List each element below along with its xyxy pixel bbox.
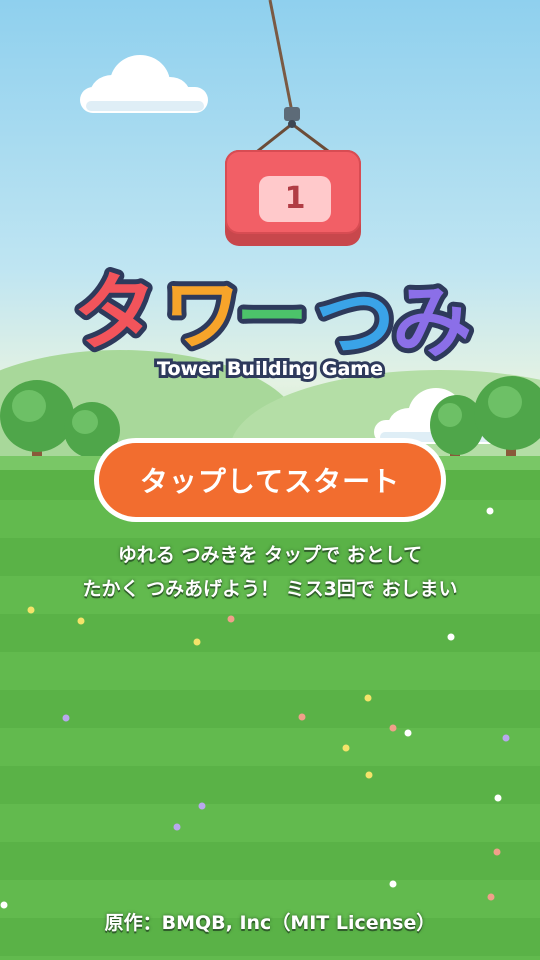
confetti-particles bbox=[0, 507, 510, 909]
confetti-dot bbox=[27, 606, 35, 614]
confetti-dot bbox=[298, 713, 306, 721]
confetti-dot bbox=[493, 848, 501, 856]
confetti-dot bbox=[487, 893, 495, 901]
confetti-dot bbox=[342, 744, 350, 752]
game-screen: 1 タワーつみ Tower Building Game Tower Buildi… bbox=[0, 0, 540, 960]
confetti-dot bbox=[227, 615, 235, 623]
confetti-dot bbox=[62, 714, 70, 722]
confetti-dot bbox=[389, 724, 397, 732]
confetti-dot bbox=[447, 633, 455, 641]
confetti-dot bbox=[365, 771, 373, 779]
confetti-dot bbox=[364, 694, 372, 702]
confetti-dot bbox=[173, 823, 181, 831]
credit: 原作：BMQB, Inc（MIT License） bbox=[104, 912, 436, 934]
confetti-dot bbox=[77, 617, 85, 625]
confetti-dot bbox=[486, 507, 494, 515]
confetti-dot bbox=[193, 638, 201, 646]
confetti-dot bbox=[404, 729, 412, 737]
confetti-dot bbox=[494, 794, 502, 802]
confetti-dot bbox=[502, 734, 510, 742]
confetti-dot bbox=[198, 802, 206, 810]
confetti-dot bbox=[389, 880, 397, 888]
